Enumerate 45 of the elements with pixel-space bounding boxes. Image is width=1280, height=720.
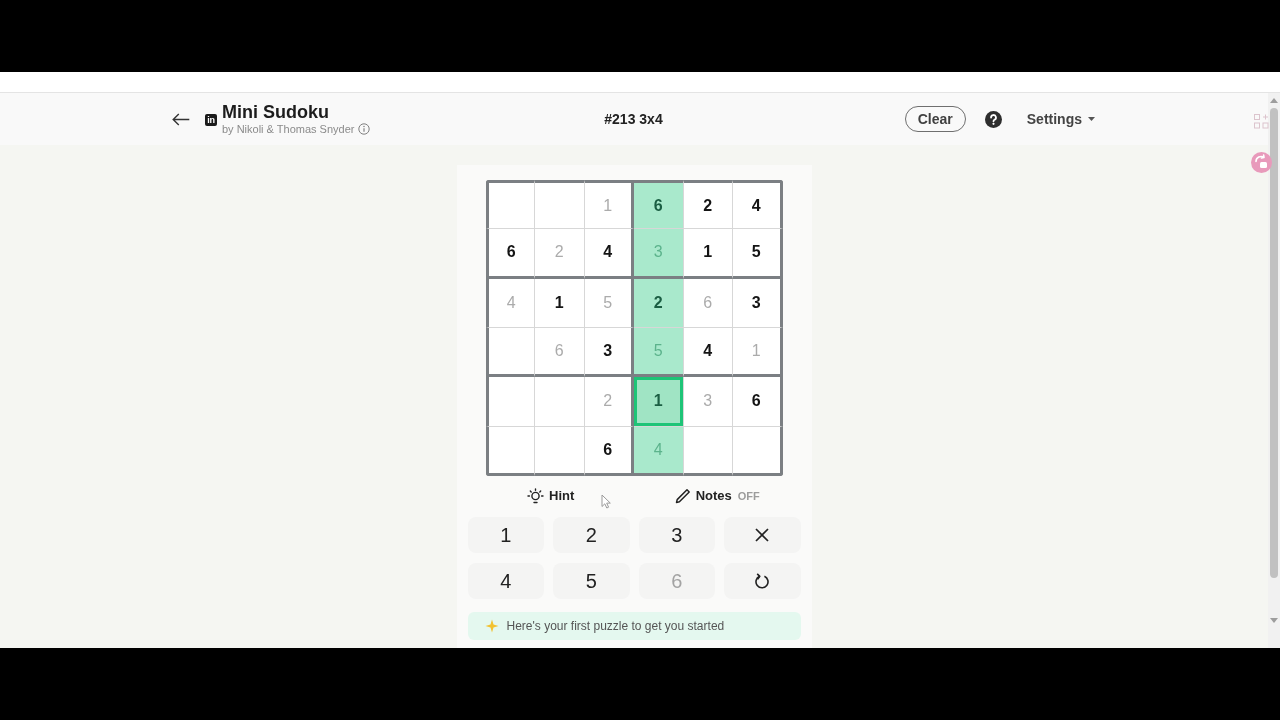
extension-icon[interactable] <box>1251 152 1272 173</box>
puzzle-number: #213 3x4 <box>604 109 663 129</box>
settings-button[interactable]: Settings <box>1026 108 1095 130</box>
tip-text: Here's your first puzzle to get you started <box>506 618 725 635</box>
sudoku-cell[interactable] <box>535 180 585 230</box>
scroll-down-icon[interactable] <box>1270 618 1278 623</box>
circular-arrow-icon <box>754 572 771 590</box>
sudoku-cell[interactable]: 2 <box>634 278 684 328</box>
sudoku-cell[interactable]: 4 <box>683 328 733 378</box>
notes-button[interactable]: Notes OFF <box>674 486 760 506</box>
byline-text: by Nikoli & Thomas Snyder <box>222 122 355 136</box>
number-key[interactable]: 1 <box>467 517 544 553</box>
sudoku-cell[interactable]: 2 <box>683 180 733 230</box>
hint-button[interactable]: Hint <box>527 486 575 506</box>
sudoku-cell[interactable] <box>733 426 783 476</box>
cross-icon <box>755 528 770 542</box>
number-key[interactable]: 3 <box>638 517 715 553</box>
scrollbar-thumb[interactable] <box>1270 108 1278 578</box>
undo-button[interactable] <box>724 563 801 599</box>
sudoku-cell[interactable]: 1 <box>634 377 684 427</box>
sudoku-cell[interactable]: 1 <box>535 278 585 328</box>
sudoku-cell[interactable]: 3 <box>733 278 783 328</box>
app-logo: in <box>205 114 217 126</box>
back-arrow-icon[interactable] <box>172 112 190 126</box>
sudoku-cell[interactable]: 4 <box>733 180 783 230</box>
sudoku-cell[interactable]: 6 <box>485 229 535 279</box>
sudoku-cell[interactable]: 5 <box>733 229 783 279</box>
notes-status: OFF <box>737 489 760 504</box>
mouse-pointer-icon <box>601 494 611 509</box>
sudoku-cell[interactable]: 1 <box>683 229 733 279</box>
puzzle-title: Mini Sudoku <box>222 102 330 122</box>
number-key[interactable]: 5 <box>553 563 630 599</box>
sudoku-cell[interactable]: 6 <box>733 377 783 427</box>
sparkle-icon <box>484 619 499 633</box>
number-key[interactable]: 4 <box>467 563 544 599</box>
caret-icon <box>1088 117 1095 121</box>
help-icon[interactable] <box>984 110 1002 128</box>
sudoku-cell[interactable] <box>485 180 535 230</box>
scroll-up-icon[interactable] <box>1270 98 1278 103</box>
number-key[interactable]: 2 <box>553 517 630 553</box>
erase-button[interactable] <box>724 517 801 553</box>
pencil-icon <box>674 488 691 504</box>
info-icon[interactable] <box>358 123 371 135</box>
lightbulb-icon <box>527 488 545 504</box>
sudoku-cell[interactable]: 6 <box>634 180 684 230</box>
